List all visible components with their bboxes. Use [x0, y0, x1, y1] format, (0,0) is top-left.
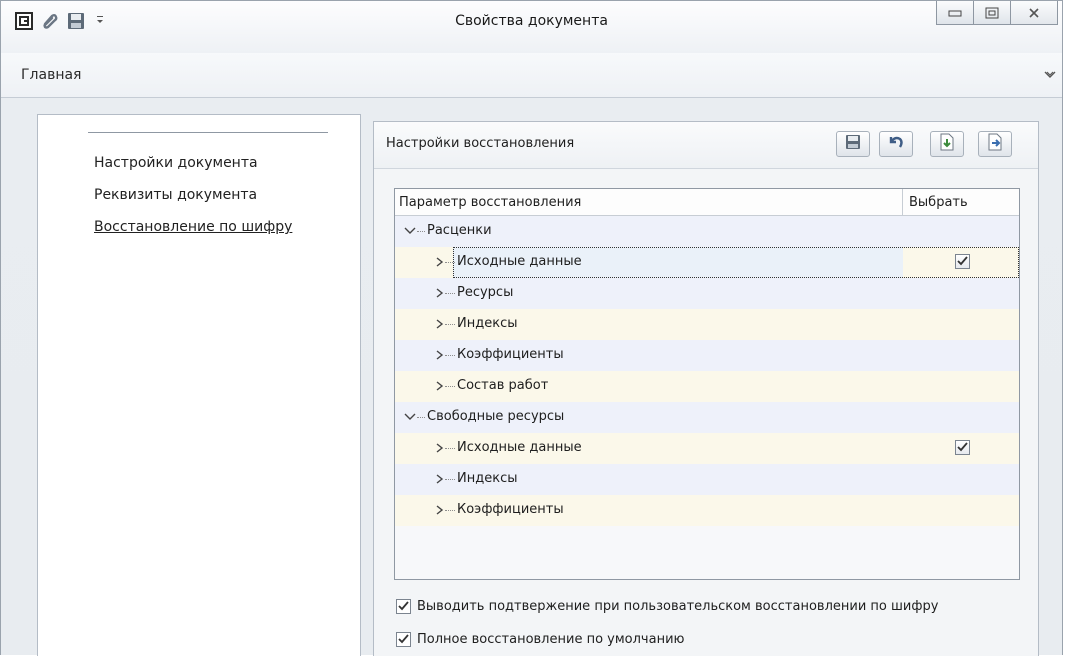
row-label: Расценки: [427, 223, 492, 238]
tree-connector: [445, 479, 455, 480]
maximize-button[interactable]: [973, 1, 1011, 25]
tree-row[interactable]: Ресурсы: [395, 278, 1019, 309]
tree-row[interactable]: Индексы: [395, 309, 1019, 340]
tree-connector: [417, 417, 425, 418]
focus-rectangle: [453, 247, 1019, 278]
confirm-option[interactable]: Выводить подтвержение при пользовательск…: [396, 599, 938, 614]
column-header-select[interactable]: Выбрать: [909, 195, 968, 210]
expand-arrow-icon[interactable]: [403, 411, 417, 423]
nav-divider: [88, 132, 328, 133]
select-checkbox[interactable]: [955, 440, 970, 455]
tree-connector: [445, 324, 455, 325]
panel-title: Настройки восстановления: [386, 136, 575, 151]
save-icon: [845, 134, 861, 154]
row-label: Индексы: [457, 316, 518, 331]
tree-row[interactable]: Коэффициенты: [395, 495, 1019, 526]
nav-item-document-settings[interactable]: Настройки документа: [94, 155, 258, 171]
confirm-checkbox[interactable]: [396, 599, 411, 614]
collapse-ribbon-icon[interactable]: [1044, 69, 1056, 79]
title-bar: Свойства документа: [1, 1, 1062, 53]
full-restore-option[interactable]: Полное восстановление по умолчанию: [396, 632, 684, 647]
restore-settings-panel: Настройки восстановления Параметр восста…: [373, 121, 1039, 656]
save-settings-button[interactable]: [836, 131, 870, 157]
row-label: Коэффициенты: [457, 347, 564, 362]
row-label: Коэффициенты: [457, 502, 564, 517]
tree-connector: [445, 448, 455, 449]
tree-row[interactable]: Коэффициенты: [395, 340, 1019, 371]
tree-connector: [445, 386, 455, 387]
window-controls: [936, 1, 1058, 27]
import-button[interactable]: [930, 131, 964, 157]
undo-icon: [887, 134, 905, 154]
tree-connector: [417, 231, 425, 232]
tree-row[interactable]: Исходные данные: [395, 433, 1019, 464]
column-divider: [902, 189, 903, 215]
row-label: Ресурсы: [457, 285, 514, 300]
restore-parameters-grid: Параметр восстановления Выбрать Расценки: [394, 188, 1020, 580]
nav-item-restore-by-code[interactable]: Восстановление по шифру: [94, 219, 292, 235]
column-header-parameter[interactable]: Параметр восстановления: [399, 195, 581, 210]
full-restore-checkbox[interactable]: [396, 632, 411, 647]
row-label: Состав работ: [457, 378, 549, 393]
tree-row[interactable]: Исходные данные: [395, 247, 1019, 278]
tree-row[interactable]: Состав работ: [395, 371, 1019, 402]
import-icon: [939, 133, 955, 155]
tab-main[interactable]: Главная: [21, 67, 81, 83]
panel-header: Настройки восстановления: [374, 122, 1038, 169]
grid-header: Параметр восстановления Выбрать: [395, 189, 1019, 216]
undo-button[interactable]: [879, 131, 913, 157]
ribbon-bar: Главная: [1, 53, 1062, 98]
window-title: Свойства документа: [455, 13, 608, 29]
tree-connector: [445, 293, 455, 294]
full-restore-label: Полное восстановление по умолчанию: [417, 632, 685, 647]
export-icon: [987, 133, 1003, 155]
tree-row-group[interactable]: Свободные ресурсы: [395, 402, 1019, 433]
row-label: Свободные ресурсы: [427, 409, 565, 424]
tree-connector: [445, 510, 455, 511]
minimize-button[interactable]: [936, 1, 974, 25]
tree-connector: [445, 355, 455, 356]
confirm-label: Выводить подтвержение при пользовательск…: [417, 599, 939, 614]
document-properties-window: Свойства документа Главная Настройки док…: [0, 0, 1063, 656]
close-button[interactable]: [1010, 1, 1058, 25]
row-label: Исходные данные: [457, 440, 582, 455]
expand-arrow-icon[interactable]: [403, 225, 417, 237]
nav-item-document-details[interactable]: Реквизиты документа: [94, 187, 257, 203]
tree-row-group[interactable]: Расценки: [395, 216, 1019, 247]
export-button[interactable]: [978, 131, 1012, 157]
tree-row[interactable]: Индексы: [395, 464, 1019, 495]
row-label: Индексы: [457, 471, 518, 486]
nav-panel: Настройки документа Реквизиты документа …: [37, 114, 361, 656]
